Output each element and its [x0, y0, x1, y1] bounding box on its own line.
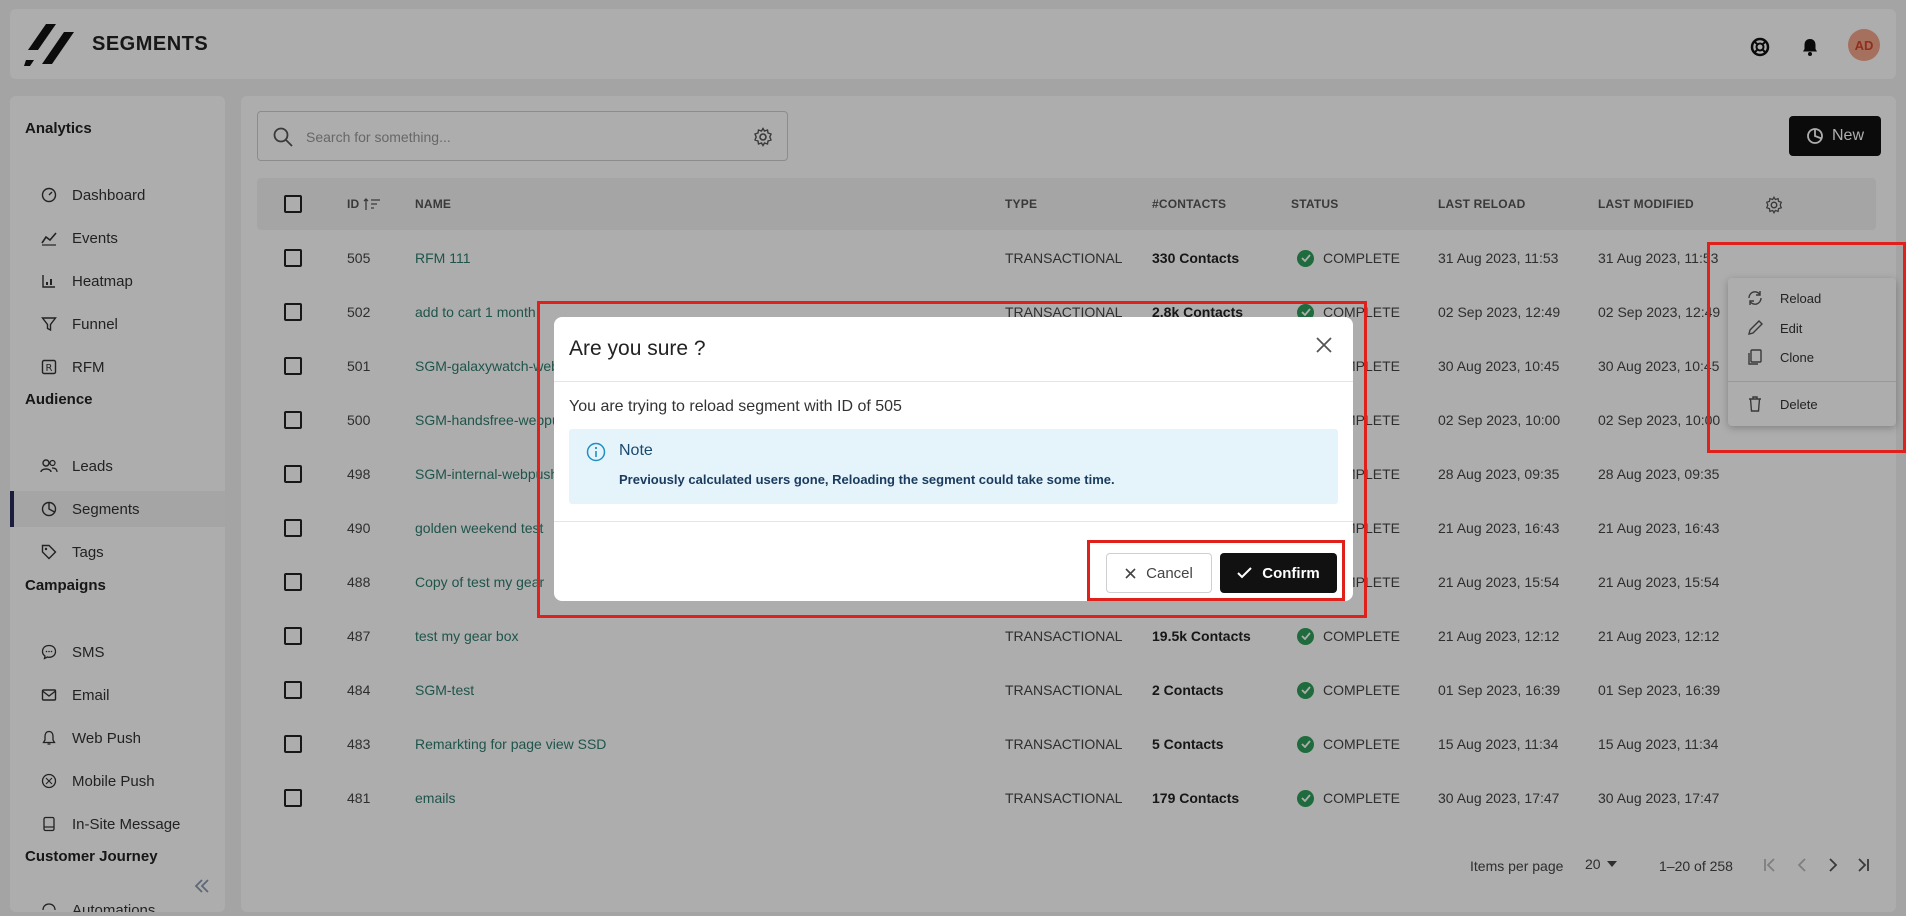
annotation-frame-buttons: [1087, 540, 1345, 601]
annotation-frame-menu: [1707, 242, 1906, 453]
